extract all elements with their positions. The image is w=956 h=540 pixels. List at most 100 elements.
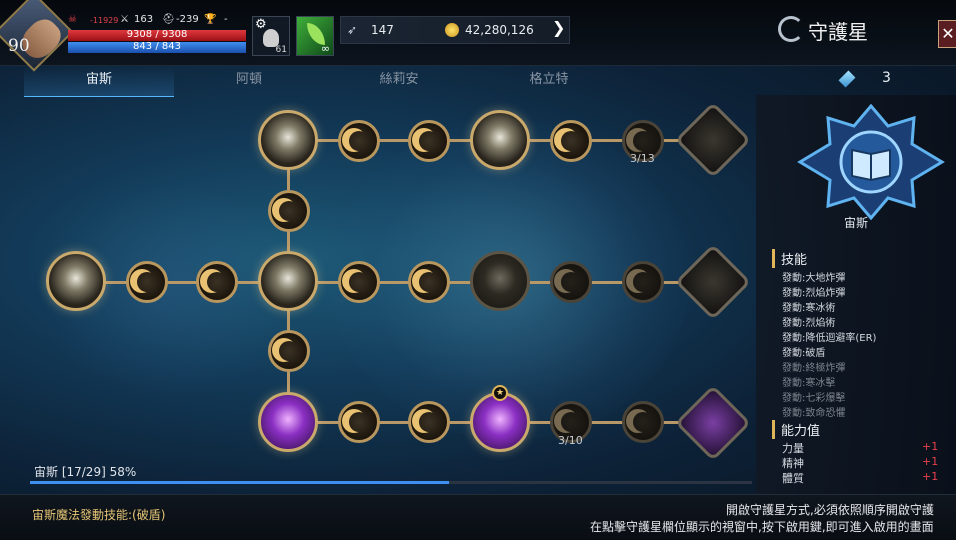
moon-icon: [561, 412, 581, 432]
moon-icon: [279, 201, 299, 221]
skill-item: 發動:寒冰術: [782, 303, 836, 314]
feather-count: 147: [371, 23, 394, 37]
pet-count: 61: [275, 45, 287, 55]
moon-icon: [633, 131, 653, 151]
star-node-middle-7[interactable]: [470, 251, 530, 311]
moon-icon: [349, 131, 369, 151]
constellation-tabs: 宙斯 阿頓 絲莉安 格立特: [24, 67, 750, 97]
connector-middle-row: [76, 281, 708, 284]
currency-bar: ➶ 147 42,280,126: [340, 16, 570, 44]
skill-item-locked: 發動:七彩爆擊: [782, 393, 846, 404]
moon-icon: [349, 412, 369, 432]
buff-slot[interactable]: ∞: [296, 16, 334, 56]
star-node-top-5[interactable]: [550, 120, 592, 162]
pet-slot[interactable]: ⚙ 61: [252, 16, 290, 56]
chevron-right-icon[interactable]: ❯: [552, 18, 565, 37]
bottom-info-bar: 宙斯魔法發動技能:(破盾) 開啟守護星方式,必須依照順序開啟守護 在點擊守護星欄…: [0, 494, 956, 540]
gear-icon: ⚙: [255, 17, 267, 32]
constellation-progress-label: 宙斯 [17/29] 58%: [34, 465, 137, 479]
attribute-value: +1: [922, 455, 939, 468]
constellation-progress-fill: [30, 481, 449, 484]
star-node-bottom-selected[interactable]: [470, 392, 530, 452]
star-node-middle-8[interactable]: [550, 261, 592, 303]
moon-icon: [349, 272, 369, 292]
moon-icon: [633, 412, 653, 432]
star-node-vertical-upper[interactable]: [268, 190, 310, 232]
trophy-value: -: [224, 14, 228, 25]
moon-icon: [207, 272, 227, 292]
crystal-count: 3: [882, 70, 891, 86]
trophy-icon: 🏆: [204, 14, 217, 25]
attribute-label: 精神: [782, 457, 804, 470]
crystal-icon: [838, 70, 856, 88]
hp-value: 9308 / 9308: [126, 29, 188, 40]
skill-item-locked: 發動:終極炸彈: [782, 363, 846, 374]
star-node-top-end[interactable]: [674, 101, 752, 179]
guardian-star-screen: 90 ☠ -11929 ⚔ 163 ⛑ -239 🏆 - 9308 / 9308…: [0, 0, 956, 540]
star-node-bottom-end[interactable]: [674, 384, 752, 462]
buff-duration: ∞: [320, 42, 330, 55]
guardian-star-logo-icon: [778, 16, 804, 42]
star-node-middle-hub[interactable]: [258, 251, 318, 311]
feather-icon: ➶: [347, 23, 358, 37]
star-node-top-1[interactable]: [258, 110, 318, 170]
tab-zeus[interactable]: 宙斯: [24, 67, 174, 97]
skills-header: 技能: [772, 249, 807, 268]
skill-item-locked: 發動:致命恐懼: [782, 408, 846, 419]
moon-icon: [419, 131, 439, 151]
skill-item: 發動:降低迴避率(ER): [782, 333, 877, 344]
attributes-header: 能力值: [772, 420, 820, 439]
hp-bar: 9308 / 9308: [68, 29, 246, 41]
moon-icon: [561, 131, 581, 151]
tab-silian[interactable]: 絲莉安: [324, 67, 474, 97]
moon-icon: [633, 272, 653, 292]
constellation-name: 宙斯: [843, 216, 868, 230]
attribute-value: +1: [922, 440, 939, 453]
karma-value: -11929: [90, 16, 119, 25]
constellation-progress-bar: [30, 481, 752, 484]
tab-aton[interactable]: 阿頓: [174, 67, 324, 97]
defense-value: -239: [176, 14, 199, 25]
zeus-emblem: [797, 104, 945, 220]
star-node-bottom-2[interactable]: [338, 401, 380, 443]
node-progress-bottom: 3/10: [558, 434, 583, 447]
window-title: 守護星: [808, 20, 868, 44]
skill-item-locked: 發動:寒冰擊: [782, 378, 836, 389]
karma-icon: ☠: [68, 14, 77, 25]
skill-item: 發動:烈焰術: [782, 318, 836, 329]
help-text-line-1: 開啟守護星方式,必須依照順序開啟守護: [726, 503, 934, 517]
tab-gelite[interactable]: 格立特: [474, 67, 624, 97]
star-node-middle-start[interactable]: [46, 251, 106, 311]
attribute-value: +1: [922, 470, 939, 483]
moon-icon: [279, 341, 299, 361]
close-button[interactable]: ✕: [938, 20, 956, 48]
moon-icon: [561, 272, 581, 292]
skill-item: 發動:破盾: [782, 348, 826, 359]
star-node-middle-9[interactable]: [622, 261, 664, 303]
moon-icon: [419, 272, 439, 292]
gold-amount: 42,280,126: [465, 23, 534, 37]
star-node-bottom-3[interactable]: [408, 401, 450, 443]
star-node-top-2[interactable]: [338, 120, 380, 162]
defense-icon: ⛑: [162, 14, 175, 25]
attack-icon: ⚔: [120, 14, 129, 25]
star-node-middle-6[interactable]: [408, 261, 450, 303]
star-node-vertical-lower[interactable]: [268, 330, 310, 372]
mp-value: 843 / 843: [133, 41, 181, 52]
attribute-label: 體質: [782, 472, 804, 485]
star-node-middle-5[interactable]: [338, 261, 380, 303]
star-node-bottom-1[interactable]: [258, 392, 318, 452]
top-status-bar: 90 ☠ -11929 ⚔ 163 ⛑ -239 🏆 - 9308 / 9308…: [0, 0, 956, 72]
star-node-top-3[interactable]: [408, 120, 450, 162]
gold-coin-icon: [445, 23, 459, 37]
character-level: 90: [8, 36, 30, 56]
star-node-bottom-6[interactable]: [622, 401, 664, 443]
attack-value: 163: [134, 14, 154, 25]
skill-item: 發動:烈焰炸彈: [782, 288, 846, 299]
help-text-line-2: 在點擊守護星欄位顯示的視窗中,按下啟用鍵,即可進入啟用的畫面: [590, 520, 934, 534]
star-node-middle-3[interactable]: [196, 261, 238, 303]
star-node-top-4[interactable]: [470, 110, 530, 170]
moon-icon: [137, 272, 157, 292]
moon-icon: [419, 412, 439, 432]
star-node-middle-2[interactable]: [126, 261, 168, 303]
